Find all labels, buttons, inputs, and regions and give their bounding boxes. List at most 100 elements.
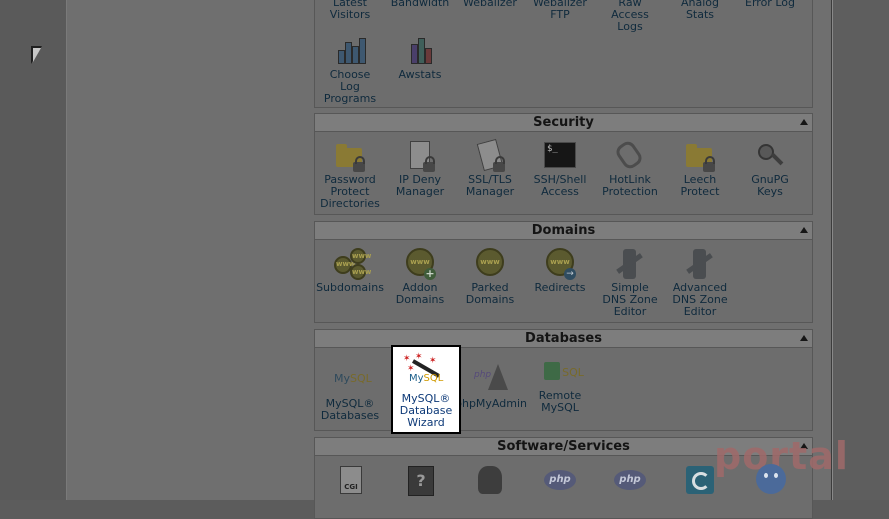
log-programs-icon	[334, 35, 366, 67]
www-redirect-icon: www →	[544, 248, 576, 280]
advanced-dns-zone-item[interactable]: Advanced DNS Zone Editor	[665, 248, 735, 318]
databases-section: Databases MySQL MySQL® Databases php php…	[314, 329, 813, 431]
awstats-item[interactable]: Awstats	[385, 35, 455, 81]
advanced-dns-zone-label: Advanced DNS Zone Editor	[672, 281, 728, 318]
collapse-arrow-icon[interactable]	[800, 335, 808, 341]
webalizer-ftp-item[interactable]: Webalizer FTP	[525, 0, 595, 21]
choose-log-programs-label: Choose Log Programs	[323, 68, 377, 105]
domains-section: Domains www www www Subdomains www + Add…	[314, 221, 813, 323]
domains-title: Domains	[531, 223, 596, 238]
phpmyadmin-item[interactable]: php phpMyAdmin	[455, 364, 527, 410]
mysql-database-wizard-item[interactable]: ✶ ✶ ✶ ✶ MySQL MySQL® Database Wizard	[391, 345, 461, 434]
webalizer-item[interactable]: Webalizer	[455, 0, 525, 9]
cgi-icon: CGI	[334, 464, 366, 496]
ssh-shell-label: SSH/Shell Access	[533, 173, 587, 198]
software-services-title: Software/Services	[497, 439, 630, 454]
security-header[interactable]: Security	[315, 114, 812, 132]
folder-lock-icon	[334, 140, 366, 172]
parked-domains-item[interactable]: www Parked Domains	[455, 248, 525, 306]
redirects-item[interactable]: www → Redirects	[525, 248, 595, 294]
security-title: Security	[533, 115, 594, 130]
awstats-chart-icon	[404, 35, 436, 67]
ip-deny-icon	[404, 140, 436, 172]
collapse-arrow-icon[interactable]	[800, 227, 808, 233]
ssl-tls-label: SSL/TLS Manager	[465, 173, 515, 198]
www-add-icon: www +	[404, 248, 436, 280]
latest-visitors-label: Latest Visitors	[329, 0, 371, 21]
password-protect-label: Password Protect Directories	[320, 173, 380, 210]
gnupg-keys-label: GnuPG Keys	[751, 173, 789, 198]
logs-section: Latest Visitors Bandwidth Webalizer Weba…	[314, 0, 813, 108]
databases-header[interactable]: Databases	[315, 330, 812, 348]
latest-visitors-item[interactable]: Latest Visitors	[315, 0, 385, 21]
ip-deny-label: IP Deny Manager	[395, 173, 445, 198]
error-log-label: Error Log	[745, 0, 795, 9]
chain-link-icon	[613, 138, 646, 172]
hotlink-protection-item[interactable]: HotLink Protection	[595, 138, 665, 198]
subdomains-item[interactable]: www www www Subdomains	[315, 248, 385, 294]
ssl-tls-item[interactable]: SSL/TLS Manager	[455, 138, 525, 198]
redirects-label: Redirects	[534, 281, 586, 294]
perl-camel-icon	[474, 464, 506, 496]
analog-stats-label: Analog Stats	[680, 0, 719, 21]
dns-zone-advanced-icon	[684, 248, 716, 280]
addon-domains-label: Addon Domains	[395, 281, 445, 306]
mysql-wizard-icon: ✶ ✶ ✶ ✶ MySQL	[403, 352, 444, 385]
remote-mysql-icon: SQL	[544, 356, 584, 388]
mysql-icon: MySQL	[334, 372, 372, 385]
mouse-cursor-icon	[33, 48, 41, 62]
left-backdrop	[0, 0, 66, 500]
remote-mysql-item[interactable]: SQL Remote MySQL	[525, 356, 595, 414]
bandwidth-item[interactable]: Bandwidth	[385, 0, 455, 9]
raw-access-logs-label: Raw Access Logs	[611, 0, 649, 33]
hotlink-protection-label: HotLink Protection	[602, 173, 658, 198]
ssh-shell-item[interactable]: $_ SSH/Shell Access	[525, 140, 595, 198]
certificate-icon	[474, 138, 506, 172]
bandwidth-label: Bandwidth	[390, 0, 450, 9]
dns-zone-icon	[614, 248, 646, 280]
help-book-item[interactable]: ?	[385, 464, 455, 498]
help-book-icon: ?	[404, 464, 436, 496]
webalizer-ftp-label: Webalizer FTP	[533, 0, 587, 21]
addon-domains-item[interactable]: www + Addon Domains	[385, 248, 455, 306]
folder-lock-icon	[684, 140, 716, 172]
error-log-item[interactable]: Error Log	[735, 0, 805, 9]
mysql-databases-item[interactable]: MySQL MySQL® Databases	[315, 364, 385, 422]
php-item-2[interactable]: php	[595, 464, 665, 498]
analog-stats-item[interactable]: Analog Stats	[665, 0, 735, 21]
php-icon: php	[544, 464, 576, 496]
blue-app-icon	[684, 464, 716, 496]
subdomains-label: Subdomains	[316, 281, 384, 294]
terminal-icon: $_	[544, 140, 576, 172]
webalizer-label: Webalizer	[463, 0, 517, 9]
cgi-item[interactable]: CGI	[315, 464, 385, 498]
parked-domains-label: Parked Domains	[465, 281, 515, 306]
simple-dns-zone-label: Simple DNS Zone Editor	[602, 281, 658, 318]
collapse-arrow-icon[interactable]	[800, 119, 808, 125]
mysql-databases-label: MySQL® Databases	[320, 397, 380, 422]
domains-header[interactable]: Domains	[315, 222, 812, 240]
choose-log-programs-item[interactable]: Choose Log Programs	[315, 35, 385, 105]
leech-protect-item[interactable]: Leech Protect	[665, 140, 735, 198]
password-protect-item[interactable]: Password Protect Directories	[315, 140, 385, 210]
right-backdrop	[832, 0, 889, 500]
raw-access-logs-item[interactable]: Raw Access Logs	[595, 0, 665, 33]
www-globes-icon: www www www	[334, 248, 371, 280]
phpmyadmin-label: phpMyAdmin	[455, 397, 527, 410]
ip-deny-item[interactable]: IP Deny Manager	[385, 140, 455, 198]
simple-dns-zone-item[interactable]: Simple DNS Zone Editor	[595, 248, 665, 318]
keys-icon	[754, 140, 786, 172]
awstats-label: Awstats	[398, 68, 442, 81]
mysql-database-wizard-label: MySQL® Database Wizard	[399, 392, 453, 429]
gnupg-keys-item[interactable]: GnuPG Keys	[735, 140, 805, 198]
www-parked-icon: www	[474, 248, 506, 280]
databases-title: Databases	[525, 331, 602, 346]
phpmyadmin-icon: php	[474, 364, 508, 396]
smiley-icon	[756, 464, 786, 494]
perl-modules-item[interactable]	[455, 464, 525, 498]
remote-mysql-label: Remote MySQL	[538, 389, 582, 414]
php-icon: php	[614, 464, 646, 496]
php-item-1[interactable]: php	[525, 464, 595, 498]
leech-protect-label: Leech Protect	[680, 173, 720, 198]
security-section: Security Password Protect Directories IP…	[314, 113, 813, 215]
